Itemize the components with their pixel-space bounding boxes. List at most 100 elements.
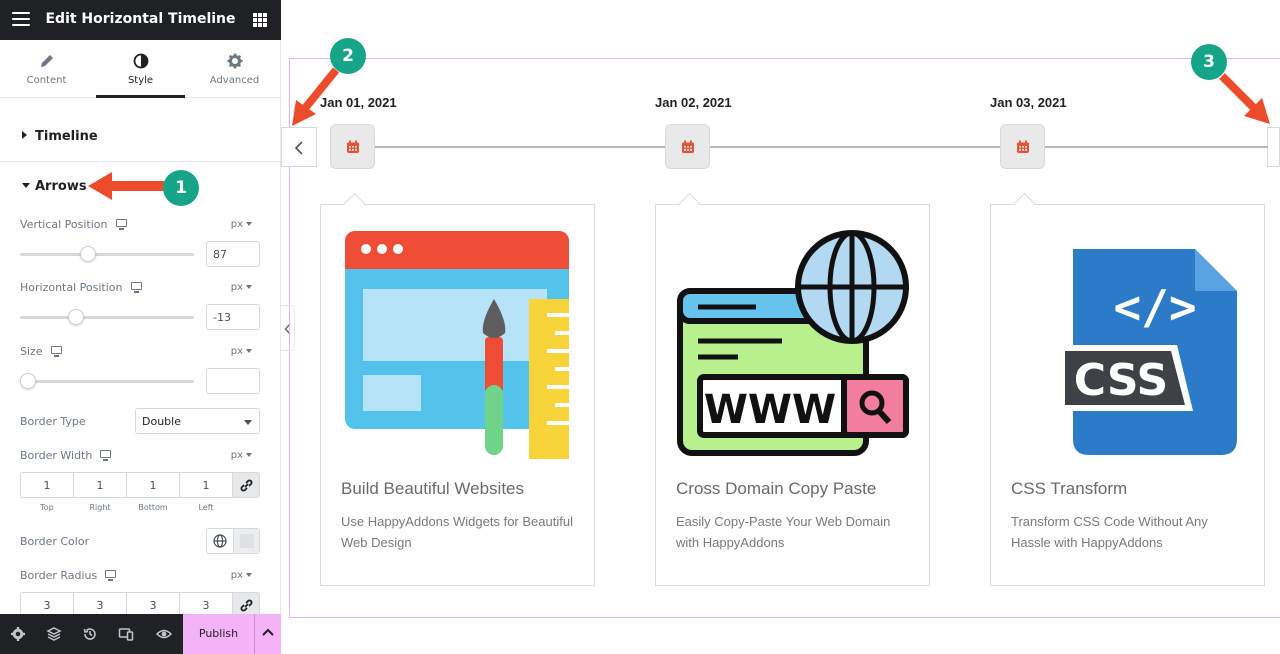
callout-badge-3: 3 bbox=[1191, 44, 1227, 80]
chevron-down-icon bbox=[246, 349, 252, 353]
responsive-icon[interactable] bbox=[118, 626, 134, 642]
calendar-icon bbox=[1017, 140, 1029, 153]
half-circle-icon bbox=[133, 53, 148, 69]
border-width-unit[interactable]: px bbox=[231, 450, 252, 461]
callout-badge-2: 2 bbox=[330, 38, 366, 74]
art-www-text: WWW bbox=[704, 387, 836, 433]
border-width-bottom[interactable]: 1 Bottom bbox=[126, 472, 179, 512]
slider-handle[interactable] bbox=[79, 246, 96, 262]
size-unit[interactable]: px bbox=[231, 346, 252, 357]
divider bbox=[0, 161, 281, 162]
desktop-icon[interactable] bbox=[115, 219, 127, 230]
preview-eye-icon[interactable] bbox=[156, 626, 172, 642]
card-description: Transform CSS Code Without Any Hassle wi… bbox=[1011, 514, 1208, 550]
timeline-date: Jan 01, 2021 bbox=[320, 95, 397, 110]
chevron-left-icon bbox=[294, 141, 303, 155]
border-type-value: Double bbox=[142, 415, 181, 428]
history-icon[interactable] bbox=[82, 626, 98, 642]
tab-style[interactable]: Style bbox=[94, 40, 187, 98]
global-colors-button[interactable] bbox=[207, 529, 234, 553]
caption-left: Left bbox=[198, 503, 214, 512]
desktop-icon[interactable] bbox=[100, 450, 112, 461]
timeline-card: </> CSS CSS Transform Transform CSS Code… bbox=[990, 204, 1265, 586]
caption-right: Right bbox=[89, 503, 111, 512]
horizontal-position-unit[interactable]: px bbox=[231, 282, 252, 293]
globe-icon bbox=[213, 534, 227, 548]
border-type-label: Border Type bbox=[20, 415, 86, 428]
timeline-marker bbox=[665, 124, 710, 169]
border-width-right[interactable]: 1 Right bbox=[73, 472, 126, 512]
horizontal-position-slider[interactable] bbox=[20, 309, 194, 325]
timeline-line bbox=[350, 146, 1268, 148]
link-icon bbox=[240, 599, 253, 612]
art-css-text: CSS bbox=[1074, 355, 1169, 406]
border-color-picker[interactable] bbox=[206, 528, 260, 554]
timeline-card: WWW Cross Domain Copy Paste Easily Copy-… bbox=[655, 204, 930, 586]
publish-button[interactable]: Publish bbox=[183, 614, 254, 654]
timeline-date: Jan 03, 2021 bbox=[990, 95, 1067, 110]
layers-icon[interactable] bbox=[46, 626, 62, 642]
tab-advanced-label: Advanced bbox=[209, 75, 260, 86]
color-swatch-button[interactable] bbox=[233, 529, 259, 553]
size-label: Size bbox=[20, 345, 62, 358]
border-width-top[interactable]: 1 Top bbox=[20, 472, 73, 512]
size-slider[interactable] bbox=[20, 373, 194, 389]
caret-right-icon bbox=[22, 131, 27, 139]
slider-handle[interactable] bbox=[67, 309, 84, 325]
timeline-next-arrow[interactable] bbox=[1267, 127, 1280, 167]
chevron-down-icon bbox=[246, 285, 252, 289]
section-arrows[interactable]: Arrows bbox=[0, 165, 281, 205]
settings-gear-icon[interactable] bbox=[10, 626, 26, 642]
tab-content-label: Content bbox=[26, 75, 67, 86]
caption-bottom: Bottom bbox=[138, 503, 168, 512]
card-description: Use HappyAddons Widgets for Beautiful We… bbox=[341, 514, 573, 550]
chevron-down-icon bbox=[244, 420, 252, 425]
panel-tabs: Content Style Advanced bbox=[0, 40, 281, 98]
tab-content[interactable]: Content bbox=[0, 40, 93, 98]
chevron-down-icon bbox=[246, 222, 252, 226]
timeline-prev-arrow[interactable] bbox=[281, 127, 317, 167]
link-values-button[interactable] bbox=[232, 472, 260, 498]
card-title: Build Beautiful Websites bbox=[341, 479, 525, 498]
css-file-illustration-icon: </> CSS bbox=[1059, 249, 1237, 455]
panel-footer: Publish bbox=[0, 614, 281, 654]
caret-down-icon bbox=[22, 183, 30, 188]
horizontal-position-label: Horizontal Position bbox=[20, 281, 142, 294]
section-arrows-label: Arrows bbox=[35, 179, 87, 194]
vertical-position-input[interactable]: 87 bbox=[206, 241, 260, 267]
tab-advanced[interactable]: Advanced bbox=[188, 40, 281, 98]
border-type-select[interactable]: Double bbox=[135, 408, 260, 434]
desktop-icon[interactable] bbox=[130, 282, 142, 293]
caption-top: Top bbox=[40, 503, 54, 512]
section-timeline[interactable]: Timeline bbox=[0, 116, 281, 161]
vertical-position-label: Vertical Position bbox=[20, 218, 127, 231]
timeline-marker bbox=[1000, 124, 1045, 169]
panel-header: Edit Horizontal Timeline bbox=[0, 0, 281, 40]
editor-panel: Edit Horizontal Timeline Content Style A… bbox=[0, 0, 281, 654]
tab-style-label: Style bbox=[127, 75, 154, 86]
vertical-position-unit[interactable]: px bbox=[231, 219, 252, 230]
card-title: CSS Transform bbox=[1011, 479, 1128, 498]
desktop-icon[interactable] bbox=[50, 346, 62, 357]
border-width-label: Border Width bbox=[20, 449, 112, 462]
border-radius-unit[interactable]: px bbox=[231, 570, 252, 581]
size-input[interactable] bbox=[206, 368, 260, 394]
timeline-date: Jan 02, 2021 bbox=[655, 95, 732, 110]
widgets-grid-icon[interactable] bbox=[253, 13, 267, 27]
vertical-position-slider[interactable] bbox=[20, 246, 194, 262]
www-domain-illustration-icon: WWW bbox=[677, 230, 909, 456]
desktop-icon[interactable] bbox=[105, 570, 117, 581]
border-width-left[interactable]: 1 Left bbox=[179, 472, 232, 512]
gear-icon bbox=[227, 53, 242, 69]
link-icon bbox=[240, 479, 253, 492]
publish-options-button[interactable] bbox=[254, 614, 281, 654]
border-width-dimensions: 1 Top 1 Right 1 Bottom 1 Left bbox=[20, 472, 260, 512]
pencil-icon bbox=[40, 55, 53, 67]
web-design-illustration-icon bbox=[345, 231, 569, 459]
chevron-down-icon bbox=[246, 573, 252, 577]
art-code-text: </> bbox=[1113, 280, 1196, 334]
horizontal-position-input[interactable]: -13 bbox=[206, 304, 260, 330]
slider-handle[interactable] bbox=[20, 373, 36, 389]
timeline-card: Build Beautiful Websites Use HappyAddons… bbox=[320, 204, 595, 586]
timeline-marker bbox=[330, 124, 375, 169]
